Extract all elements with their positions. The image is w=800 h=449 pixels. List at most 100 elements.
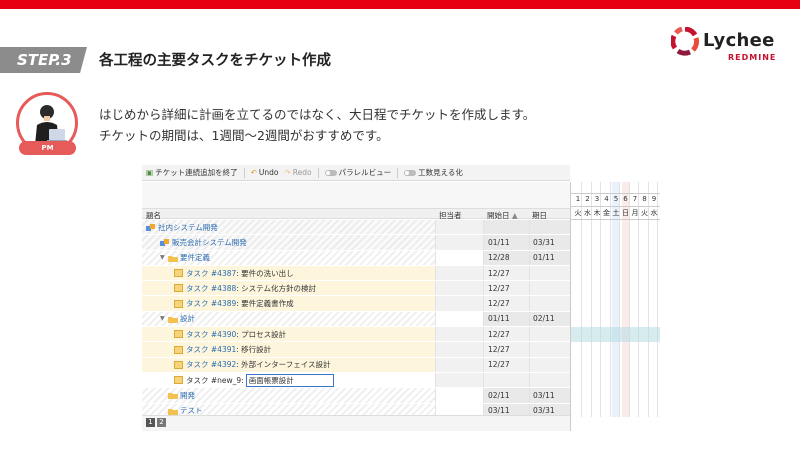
toggle-switch-icon xyxy=(404,169,417,176)
description-line-2: チケットの期間は、1週間〜2週間がおすすめです。 xyxy=(99,128,389,143)
due-date-cell[interactable] xyxy=(529,265,570,281)
issue-link[interactable]: タスク #4389 xyxy=(186,298,236,309)
calendar-day-number: 8 xyxy=(642,195,647,203)
due-date-cell[interactable] xyxy=(529,342,570,357)
assignee-cell[interactable] xyxy=(435,250,483,265)
page-button[interactable]: 1 xyxy=(146,418,155,427)
end-continuous-add-button[interactable]: ▣ チケット連続追加を終了 xyxy=(146,167,238,178)
start-date-cell[interactable]: 12/27 xyxy=(483,265,529,281)
calendar-header-divider xyxy=(571,206,660,207)
assignee-cell[interactable] xyxy=(435,372,483,388)
due-date-cell[interactable] xyxy=(529,357,570,372)
version-folder-icon xyxy=(168,391,178,400)
calendar-day-number: 5 xyxy=(613,195,619,203)
version-link[interactable]: 要件定義 xyxy=(180,252,210,263)
start-date-cell[interactable]: 12/27 xyxy=(483,281,529,296)
toolbar-divider xyxy=(243,167,245,178)
title-cell: タスク #new_9: 画面帳票設計 xyxy=(142,373,435,387)
issue-link[interactable]: タスク #4392 xyxy=(186,359,236,370)
gantt-chart-area: 1火2水3木4金5土6日7月8火9水 xyxy=(570,182,660,431)
assignee-cell[interactable] xyxy=(435,265,483,281)
page-button[interactable]: 2 xyxy=(157,418,166,427)
start-date-cell[interactable] xyxy=(483,372,529,388)
project-link[interactable]: 販売会計システム開発 xyxy=(172,237,247,248)
issue-row[interactable]: タスク #4391: 移行設計 12/27 xyxy=(142,342,570,358)
start-date-cell[interactable] xyxy=(483,220,529,235)
start-date-cell[interactable]: 12/27 xyxy=(483,357,529,372)
issue-link[interactable]: タスク #4391 xyxy=(186,344,236,355)
title-cell: ▼ 設計 xyxy=(142,311,435,327)
project-link[interactable]: 社内システム開発 xyxy=(158,222,218,233)
parallel-view-toggle[interactable]: パラレルビュー xyxy=(324,167,391,178)
expand-toggle-icon[interactable]: ▼ xyxy=(160,315,167,322)
issue-row[interactable]: タスク #4388: システム化方針の検討 12/27 xyxy=(142,281,570,297)
title-cell: タスク #4392: 外部インターフェイス設計 xyxy=(142,358,435,372)
calendar-weekday: 月 xyxy=(631,209,639,217)
column-header-row: 題名 担当者 開始日 ▲ 期日 xyxy=(142,208,570,220)
new-issue-subject-input[interactable]: 画面帳票設計 xyxy=(245,373,334,387)
project-icon xyxy=(160,238,169,247)
version-row[interactable]: 開発 02/11 03/11 xyxy=(142,388,570,404)
version-row[interactable]: ▼ 設計 01/11 02/11 xyxy=(142,311,570,328)
issue-row[interactable]: タスク #4389: 要件定義書作成 12/27 xyxy=(142,296,570,312)
expand-toggle-icon[interactable]: ▼ xyxy=(160,254,167,261)
issue-row[interactable]: タスク #4390: プロセス設計 12/27 xyxy=(142,327,570,343)
effort-visible-toggle[interactable]: 工数見える化 xyxy=(404,167,463,178)
start-date-cell[interactable]: 12/27 xyxy=(483,327,529,342)
issue-row[interactable]: タスク #4387: 要件の洗い出し 12/27 xyxy=(142,265,570,282)
title-cell: タスク #4391: 移行設計 xyxy=(142,342,435,356)
assignee-cell[interactable] xyxy=(435,296,483,311)
assignee-cell[interactable] xyxy=(435,220,483,235)
issue-link[interactable]: タスク #4390 xyxy=(186,329,236,340)
project-row[interactable]: 社内システム開発 xyxy=(142,220,570,236)
start-date-cell[interactable]: 02/11 xyxy=(483,388,529,403)
start-date-cell[interactable]: 01/11 xyxy=(483,235,529,250)
due-date-cell[interactable] xyxy=(529,372,570,388)
calendar-weekday: 日 xyxy=(622,209,629,217)
assignee-cell[interactable] xyxy=(435,311,483,327)
assignee-cell[interactable] xyxy=(435,235,483,250)
version-folder-icon xyxy=(168,254,178,262)
calendar-day-number: 4 xyxy=(604,195,609,203)
calendar-weekday: 土 xyxy=(612,209,620,217)
due-date-cell[interactable] xyxy=(529,296,570,311)
project-row[interactable]: 販売会計システム開発 01/11 03/31 xyxy=(142,235,570,251)
logo-subtext: REDMINE xyxy=(728,53,777,62)
calendar-day-number: 2 xyxy=(585,195,590,203)
description-line-1: はじめから詳細に計画を立てるのではなく、大日程でチケットを作成します。 xyxy=(99,107,536,122)
calendar-day-number: 3 xyxy=(594,195,600,203)
new-issue-row[interactable]: タスク #new_9: 画面帳票設計 xyxy=(142,372,570,389)
redo-button[interactable]: ↷ Redo xyxy=(284,168,311,177)
due-date-cell[interactable]: 03/31 xyxy=(529,235,570,250)
issue-subject: : 移行設計 xyxy=(236,345,272,355)
toolbar-divider xyxy=(397,167,399,178)
assignee-cell[interactable] xyxy=(435,342,483,357)
version-row[interactable]: ▼ 要件定義 12/28 01/11 xyxy=(142,250,570,266)
ticket-plus-icon: ▣ xyxy=(146,168,154,177)
issue-link[interactable]: タスク #4387 xyxy=(186,268,236,279)
start-date-cell[interactable]: 12/28 xyxy=(483,250,529,265)
version-link[interactable]: 開発 xyxy=(180,390,195,401)
assignee-cell[interactable] xyxy=(435,357,483,372)
calendar-day-number: 9 xyxy=(651,195,657,203)
start-date-cell[interactable]: 01/11 xyxy=(483,311,529,327)
start-date-cell[interactable]: 12/27 xyxy=(483,296,529,311)
version-link[interactable]: 設計 xyxy=(180,313,195,324)
issue-row[interactable]: タスク #4392: 外部インターフェイス設計 12/27 xyxy=(142,357,570,373)
due-date-cell[interactable] xyxy=(529,220,570,235)
issue-link[interactable]: タスク #4388 xyxy=(186,283,236,294)
assignee-cell[interactable] xyxy=(435,327,483,342)
assignee-cell[interactable] xyxy=(435,281,483,296)
start-date-cell[interactable]: 12/27 xyxy=(483,342,529,357)
undo-button[interactable]: ↶ Undo xyxy=(251,168,279,177)
pm-badge: PM xyxy=(19,141,76,155)
due-date-cell[interactable]: 01/11 xyxy=(529,250,570,265)
issue-subject: : プロセス設計 xyxy=(236,329,287,339)
title-cell: ▼ 要件定義 xyxy=(142,250,435,265)
due-date-cell[interactable] xyxy=(529,327,570,342)
due-date-cell[interactable]: 03/11 xyxy=(529,388,570,403)
due-date-cell[interactable] xyxy=(529,281,570,296)
toggle-switch-icon xyxy=(324,169,337,176)
due-date-cell[interactable]: 02/11 xyxy=(529,311,570,327)
assignee-cell[interactable] xyxy=(435,388,483,403)
